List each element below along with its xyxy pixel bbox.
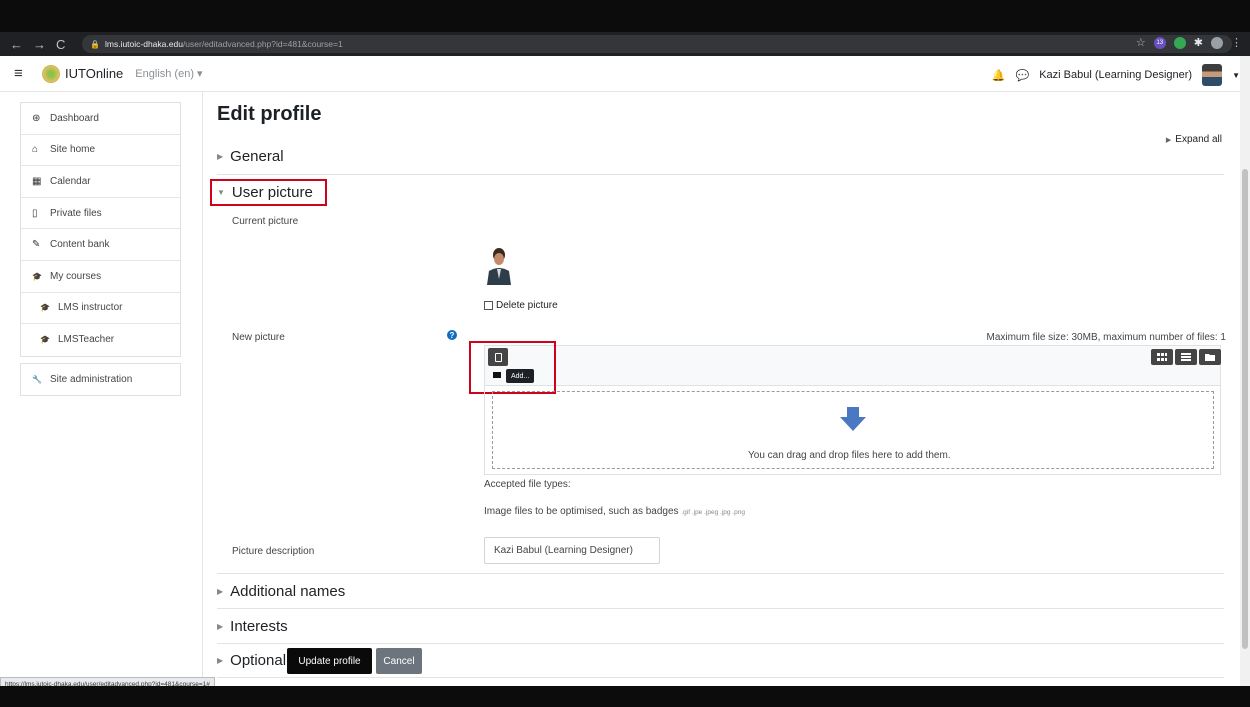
lock-icon: 🔒	[90, 39, 100, 49]
accepted-file-types-label: Accepted file types:	[484, 479, 571, 490]
url-host: lms.iutoic-dhaka.edu	[104, 39, 183, 49]
tachometer-icon: ⊛	[32, 112, 41, 124]
extension-icon[interactable]	[1173, 36, 1186, 49]
sidebar-item-private-files[interactable]: ▯ Private files	[21, 198, 180, 230]
expand-all-link[interactable]: ▶ Expand all	[1166, 134, 1222, 145]
page: ≡ IUTOnline English (en) ▾ 🔔 💬 Kazi Babu…	[0, 56, 1250, 686]
wrench-icon: 🔧	[32, 375, 42, 385]
screen-bottom-band	[0, 686, 1250, 707]
forward-icon[interactable]: →	[33, 37, 46, 52]
address-bar[interactable]: 🔒 lms.iutoic-dhaka.edu/user/editadvanced…	[82, 35, 1232, 53]
graduation-cap-icon: 🎓	[40, 335, 50, 345]
star-icon[interactable]: ☆	[1136, 36, 1146, 49]
sidebar-item-calendar[interactable]: ▦ Calendar	[21, 166, 180, 198]
page-title: Edit profile	[217, 103, 322, 125]
caret-right-icon: ▶	[217, 587, 224, 596]
max-file-size: Maximum file size: 30MB, maximum number …	[986, 332, 1226, 343]
language-menu[interactable]: English (en) ▾	[135, 67, 202, 80]
scrollbar[interactable]	[1240, 56, 1250, 686]
divider	[217, 174, 1224, 175]
user-name[interactable]: Kazi Babul (Learning Designer)	[1039, 69, 1192, 81]
menu-icon[interactable]: ⋮	[1231, 36, 1242, 49]
sidebar-item-label: Private files	[50, 207, 102, 219]
sidebar-item-content-bank[interactable]: ✎ Content bank	[21, 229, 180, 261]
sidebar-item-label: Calendar	[50, 175, 91, 187]
extension-icon[interactable]: 13	[1153, 36, 1166, 49]
reload-icon[interactable]: C	[56, 37, 65, 52]
sidebar-item-site-administration[interactable]: 🔧 Site administration	[21, 364, 180, 396]
drop-zone[interactable]: You can drag and drop files here to add …	[492, 391, 1214, 469]
section-optional[interactable]: ▶ Optional	[217, 652, 286, 669]
sidebar-item-lmsteacher[interactable]: 🎓 LMSTeacher	[21, 324, 180, 356]
back-icon[interactable]: ←	[10, 37, 23, 52]
site-name[interactable]: IUTOnline	[65, 66, 123, 81]
graduation-cap-icon: 🎓	[40, 303, 50, 313]
delete-picture-checkbox[interactable]: Delete picture	[484, 300, 558, 311]
sidebar-item-label: LMS instructor	[58, 302, 123, 314]
divider	[217, 643, 1224, 644]
sidebar-main-group: ⊛ Dashboard ⌂ Site home ▦ Calendar ▯ Pri…	[20, 102, 181, 357]
checkbox[interactable]	[484, 301, 493, 310]
window-title-bar	[0, 0, 1250, 32]
profile-icon[interactable]	[1211, 36, 1223, 49]
view-switcher	[1151, 349, 1221, 365]
drop-zone-text: You can drag and drop files here to add …	[748, 450, 951, 461]
browser-extensions: ☆ 13 ✱ ⋮	[1136, 36, 1242, 49]
sidebar-item-site-home[interactable]: ⌂ Site home	[21, 135, 180, 167]
graduation-cap-icon: 🎓	[32, 271, 42, 281]
sidebar-admin-group: 🔧 Site administration	[20, 362, 181, 397]
section-general[interactable]: ▶ General	[217, 148, 284, 165]
site-logo[interactable]	[42, 64, 60, 83]
picture-description-input[interactable]: Kazi Babul (Learning Designer)	[484, 537, 660, 564]
sidebar-item-label: Dashboard	[50, 112, 99, 124]
accepted-file-types: Image files to be optimised, such as bad…	[484, 506, 745, 517]
bell-icon[interactable]: 🔔	[992, 69, 1006, 82]
highlight-box	[210, 179, 327, 206]
current-picture-label: Current picture	[232, 216, 299, 227]
sidebar-item-label: LMSTeacher	[58, 334, 115, 346]
update-profile-button[interactable]: Update profile	[287, 648, 372, 674]
divider	[217, 677, 1224, 678]
picture-description-label: Picture description	[232, 546, 315, 557]
file-icon: ▯	[32, 207, 38, 219]
section-additional-names[interactable]: ▶ Additional names	[217, 583, 345, 600]
divider	[217, 573, 1224, 574]
caret-right-icon: ▶	[217, 622, 224, 631]
sidebar-item-dashboard[interactable]: ⊛ Dashboard	[21, 103, 180, 135]
grid-view-icon[interactable]	[1151, 349, 1173, 365]
sidebar-item-label: Site home	[50, 144, 96, 156]
section-interests[interactable]: ▶ Interests	[217, 618, 288, 635]
cancel-button[interactable]: Cancel	[376, 648, 422, 674]
messages-icon[interactable]: 💬	[1016, 69, 1030, 82]
new-picture-label: New picture	[232, 332, 285, 343]
scrollbar-thumb[interactable]	[1242, 169, 1248, 649]
filepicker-toolbar	[484, 345, 1221, 386]
current-profile-picture	[485, 245, 513, 285]
url-path: /user/editadvanced.php?id=481&course=1	[182, 39, 343, 49]
list-view-icon[interactable]	[1175, 349, 1197, 365]
delete-picture-label: Delete picture	[496, 300, 558, 311]
top-navbar: ≡ IUTOnline English (en) ▾ 🔔 💬 Kazi Babu…	[0, 56, 1250, 92]
sidebar-item-my-courses[interactable]: 🎓 My courses	[21, 261, 180, 293]
sidebar: ⊛ Dashboard ⌂ Site home ▦ Calendar ▯ Pri…	[20, 102, 181, 402]
sidebar-item-lms-instructor[interactable]: 🎓 LMS instructor	[21, 293, 180, 325]
sidebar-item-label: Site administration	[50, 374, 133, 386]
caret-down-icon[interactable]: ▼	[1232, 71, 1240, 80]
caret-right-icon: ▶	[217, 656, 224, 665]
calendar-icon: ▦	[32, 175, 42, 187]
tree-view-icon[interactable]	[1199, 349, 1221, 365]
arrow-down-icon	[840, 407, 866, 431]
home-icon: ⌂	[32, 144, 39, 156]
paint-brush-icon: ✎	[32, 239, 41, 251]
divider	[217, 608, 1224, 609]
sidebar-item-label: My courses	[50, 270, 102, 282]
help-icon[interactable]: ?	[447, 330, 457, 340]
caret-right-icon: ▶	[217, 152, 224, 161]
sidebar-item-label: Content bank	[50, 239, 110, 251]
avatar[interactable]	[1202, 64, 1223, 86]
puzzle-icon[interactable]: ✱	[1194, 36, 1203, 49]
hamburger-icon[interactable]: ≡	[14, 65, 28, 82]
main-content: Edit profile ▶ Expand all ▶ General ▼ User …	[202, 92, 1242, 686]
